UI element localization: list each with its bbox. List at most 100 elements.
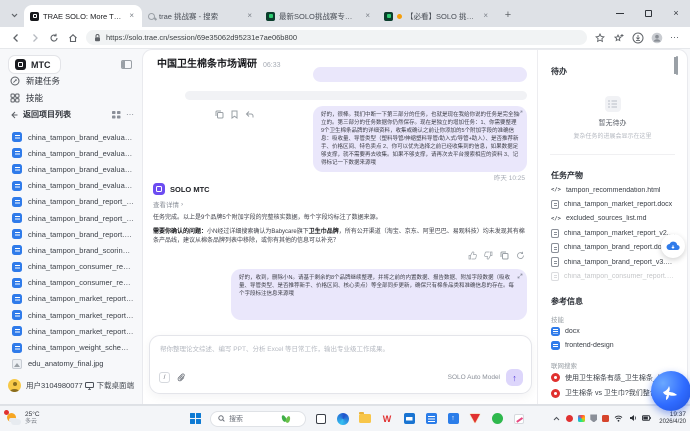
model-selector[interactable]: SOLO Auto Model xyxy=(448,374,500,381)
workspace-switcher[interactable]: MTC xyxy=(8,55,61,74)
tray-security-icon[interactable] xyxy=(590,414,597,422)
view-details-link[interactable]: 查看详情› xyxy=(153,199,525,209)
back-to-projects[interactable]: 返回项目列表 ⋯ xyxy=(10,109,134,120)
download-icon[interactable] xyxy=(632,32,644,44)
file-list-item[interactable]: china_tampon_consumer_report.docx xyxy=(8,275,138,291)
skills-button[interactable]: 技能 xyxy=(10,92,43,104)
wifi-icon[interactable] xyxy=(614,414,623,423)
artifact-item[interactable]: </> excluded_sources_list.md xyxy=(546,212,681,226)
attachment-icon[interactable] xyxy=(176,372,187,383)
back-icon[interactable] xyxy=(10,32,22,44)
regenerate-icon[interactable] xyxy=(516,251,525,260)
weather-widget[interactable]: 25°C 多云 xyxy=(6,411,40,425)
file-list-item[interactable]: edu_anatomy_final.jpg xyxy=(8,356,138,372)
message-input[interactable] xyxy=(160,343,521,369)
tray-app-square-icon[interactable] xyxy=(602,415,609,422)
wps-office-icon[interactable]: W xyxy=(380,412,394,426)
download-desktop-button[interactable]: 下载桌面端 xyxy=(85,380,135,391)
more-menu-icon[interactable]: ⋯ xyxy=(670,32,680,43)
user-message-1-text: 好的，很棒。我们中断一下第三部分的任务，也就是现在我给你说的任务是完全独立的。第… xyxy=(321,112,519,166)
new-tab-button[interactable]: + xyxy=(500,7,516,23)
mail-app-icon[interactable] xyxy=(402,412,416,426)
maximize-button[interactable] xyxy=(634,0,662,26)
profile-avatar-icon[interactable] xyxy=(651,32,663,44)
file-list-item[interactable]: china_tampon_consumer_report_v2... xyxy=(8,259,138,275)
battery-icon[interactable] xyxy=(642,414,651,423)
file-explorer-icon[interactable] xyxy=(358,412,372,426)
cloud-sync-widget[interactable] xyxy=(661,234,685,258)
browser-tab-active[interactable]: TRAE SOLO: More Than Coding × xyxy=(24,5,142,27)
forward-icon[interactable] xyxy=(29,32,41,44)
file-list-item[interactable]: china_tampon_market_report_v2.docx xyxy=(8,291,138,307)
editor-app-icon[interactable] xyxy=(512,412,526,426)
collapse-sidebar-icon[interactable] xyxy=(121,60,132,69)
artifact-item[interactable]: </> china_tampon_consumer_report.docx xyxy=(546,269,681,283)
user-account[interactable]: 用户3104980077 xyxy=(8,379,83,392)
bookmark-star-icon[interactable] xyxy=(594,32,606,44)
edge-browser-icon[interactable] xyxy=(336,412,350,426)
tray-app-color-icon[interactable] xyxy=(578,415,585,422)
slash-command-button[interactable]: / xyxy=(159,372,170,383)
artifact-item[interactable]: </> china_tampon_market_report.docx xyxy=(546,197,681,211)
browser-tab-forum[interactable]: 最新SOLO挑战赛专区话题 - TRAE × xyxy=(260,5,378,27)
collapse-right-panel-icon[interactable] xyxy=(676,57,678,75)
browser-tab-search[interactable]: trae 挑战赛 - 搜索 × xyxy=(142,5,260,27)
close-tab-icon[interactable]: × xyxy=(127,11,136,21)
close-tab-icon[interactable]: × xyxy=(481,11,490,21)
artifact-item[interactable]: </> tampon_recommendation.html xyxy=(546,183,681,197)
file-list-item[interactable]: china_tampon_brand_evaluation_fin... xyxy=(8,145,138,161)
v-app-icon[interactable] xyxy=(468,412,482,426)
send-button[interactable]: ↑ xyxy=(506,369,523,386)
upload-app-icon[interactable]: ↑ xyxy=(446,412,460,426)
file-list-item[interactable]: china_tampon_weight_scheme.docx xyxy=(8,339,138,355)
quote-reply-icon[interactable] xyxy=(245,110,254,119)
expand-icon[interactable] xyxy=(517,273,523,279)
file-list-item[interactable]: china_tampon_brand_report.docx xyxy=(8,226,138,242)
artifact-item[interactable]: </> china_tampon_brand_report_v3.docx xyxy=(546,255,681,269)
file-name: china_tampon_brand_evaluation_fin... xyxy=(28,149,134,158)
skill-item[interactable]: docx xyxy=(546,324,681,338)
reload-icon[interactable] xyxy=(48,32,60,44)
start-button[interactable] xyxy=(188,412,202,426)
collections-star-icon[interactable] xyxy=(613,32,625,44)
copy-response-icon[interactable] xyxy=(500,251,509,260)
task-view-button[interactable] xyxy=(314,412,328,426)
tab-search-caret-icon[interactable] xyxy=(6,7,22,23)
notes-app-icon[interactable] xyxy=(424,412,438,426)
copy-icon[interactable] xyxy=(215,110,224,119)
file-list-item[interactable]: china_tampon_brand_evaluation.docx xyxy=(8,178,138,194)
skill-item[interactable]: frontend-design xyxy=(546,338,681,352)
file-list-item[interactable]: china_tampon_market_report.docx xyxy=(8,323,138,339)
file-list-item[interactable]: china_tampon_brand_evaluation_fin... xyxy=(8,129,138,145)
browser-tab-topic[interactable]: 【必看】SOLO 挑战赛主题赛 × xyxy=(378,5,496,27)
taskbar-search[interactable]: 搜索 xyxy=(210,411,306,427)
green-app-icon[interactable] xyxy=(490,412,504,426)
view-layout-icon[interactable] xyxy=(112,111,121,119)
thumbs-up-icon[interactable] xyxy=(468,251,477,260)
file-list-item[interactable]: china_tampon_brand_report_v3.docx xyxy=(8,194,138,210)
new-task-button[interactable]: 新建任务 xyxy=(10,75,60,87)
artifact-item[interactable]: </> china_tampon_market_report_v2.docx xyxy=(546,226,681,240)
thumbs-down-icon[interactable] xyxy=(484,251,493,260)
volume-icon[interactable] xyxy=(628,414,637,423)
home-icon[interactable] xyxy=(67,32,79,44)
collapsed-content-pill[interactable] xyxy=(185,91,527,100)
file-list-item[interactable]: china_tampon_market_report_v3.docx xyxy=(8,307,138,323)
taskbar-clock[interactable]: 19:37 2026/4/20 xyxy=(659,411,686,426)
close-window-button[interactable]: × xyxy=(662,0,690,26)
close-tab-icon[interactable]: × xyxy=(363,11,372,21)
hidden-icons-caret[interactable] xyxy=(552,414,561,423)
file-list-item[interactable]: china_tampon_brand_evaluation_v2... xyxy=(8,161,138,177)
minimize-button[interactable] xyxy=(606,0,634,26)
close-tab-icon[interactable]: × xyxy=(245,11,254,21)
trae-assistant-float-button[interactable] xyxy=(651,371,690,411)
source-favicon xyxy=(551,373,560,382)
expand-icon[interactable] xyxy=(517,110,523,116)
list-more-icon[interactable]: ⋯ xyxy=(126,110,134,119)
tray-app-red-icon[interactable] xyxy=(566,415,573,422)
file-list-item[interactable]: china_tampon_brand_scoring.docx xyxy=(8,242,138,258)
url-bar[interactable]: https://solo.trae.cn/session/69e35062d95… xyxy=(86,30,587,45)
bookmark-icon[interactable] xyxy=(230,110,239,119)
file-list-item[interactable]: china_tampon_brand_report_v4.docx xyxy=(8,210,138,226)
word-doc-icon xyxy=(12,132,22,142)
